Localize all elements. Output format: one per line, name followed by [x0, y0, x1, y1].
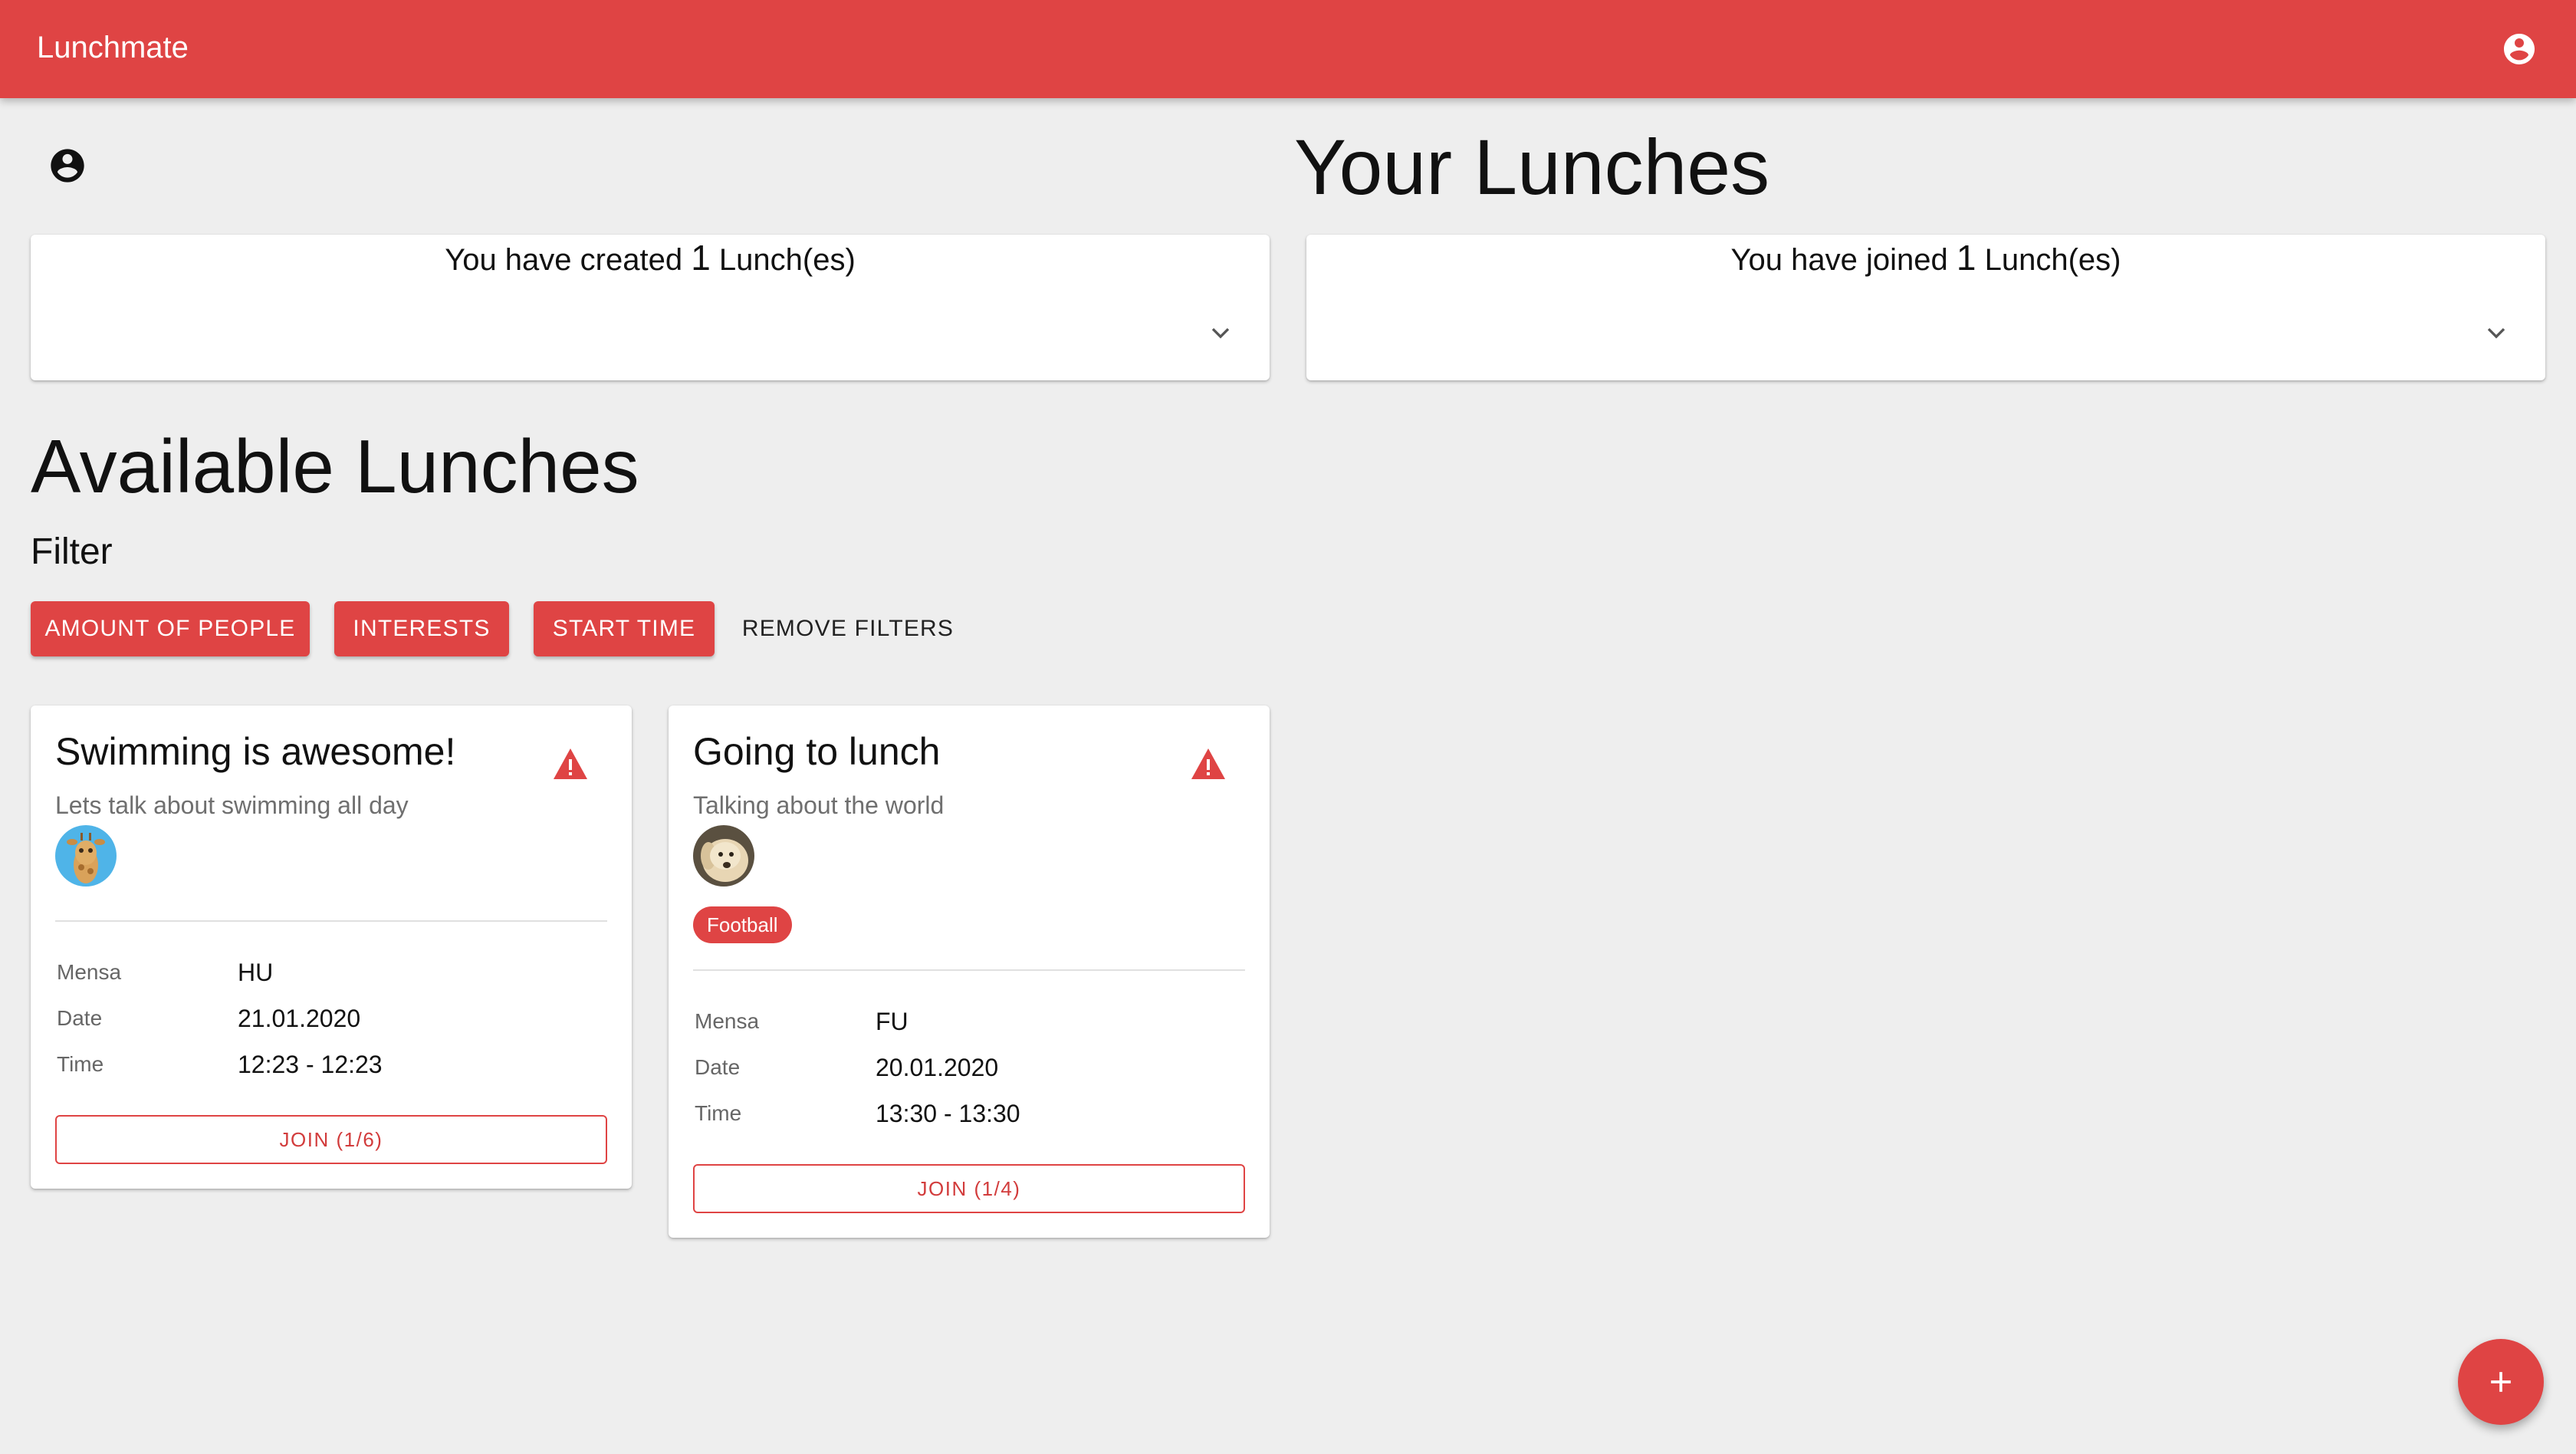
profile-icon[interactable]: [48, 146, 87, 186]
joined-summary-text: You have joined 1 Lunch(es): [1306, 235, 2545, 281]
plus-icon: [2491, 1372, 2511, 1392]
your-lunches-title: Your Lunches: [1294, 123, 1770, 211]
mensa-row: Mensa HU: [57, 957, 593, 988]
chevron-down-icon[interactable]: [1205, 317, 1236, 348]
mensa-label: Mensa: [57, 960, 122, 984]
time-row: Time 12:23 - 12:23: [57, 1049, 593, 1080]
account-circle-icon[interactable]: [2501, 31, 2538, 67]
join-button[interactable]: JOIN (1/6): [55, 1115, 607, 1164]
join-button[interactable]: JOIN (1/4): [693, 1164, 1245, 1213]
created-lunches-panel[interactable]: You have created 1 Lunch(es): [31, 235, 1270, 380]
created-suffix: Lunch(es): [718, 243, 856, 277]
report-warning-icon[interactable]: [1190, 747, 1227, 781]
filter-interests-button[interactable]: INTERESTS: [334, 601, 509, 656]
interest-tag: Football: [693, 906, 792, 943]
giraffe-avatar[interactable]: [55, 825, 117, 887]
date-value: 21.01.2020: [238, 1005, 361, 1032]
mensa-value: FU: [876, 1008, 909, 1035]
joined-count: 1: [1956, 238, 1976, 278]
time-label: Time: [57, 1052, 104, 1076]
mensa-value: HU: [238, 959, 274, 986]
lunch-subtitle: Lets talk about swimming all day: [55, 791, 409, 819]
chevron-down-icon[interactable]: [2481, 317, 2512, 348]
date-label: Date: [695, 1055, 741, 1079]
filter-amount-of-people-button[interactable]: AMOUNT OF PEOPLE: [31, 601, 310, 656]
time-value: 13:30 - 13:30: [876, 1100, 1020, 1127]
date-value: 20.01.2020: [876, 1054, 999, 1081]
created-prefix: You have created: [445, 243, 683, 277]
time-label: Time: [695, 1101, 742, 1125]
card-divider: [55, 920, 607, 922]
filter-start-time-button[interactable]: START TIME: [534, 601, 715, 656]
lunch-title: Going to lunch: [693, 730, 941, 773]
report-warning-icon[interactable]: [552, 747, 589, 781]
filter-label: Filter: [31, 531, 113, 572]
lunch-subtitle: Talking about the world: [693, 791, 945, 819]
date-label: Date: [57, 1006, 103, 1030]
app-bar: Lunchmate: [0, 0, 2576, 98]
created-summary-text: You have created 1 Lunch(es): [31, 235, 1270, 281]
date-row: Date 21.01.2020: [57, 1003, 593, 1034]
lunch-title: Swimming is awesome!: [55, 730, 456, 773]
created-count: 1: [691, 238, 711, 278]
mensa-label: Mensa: [695, 1009, 760, 1033]
available-lunches-title: Available Lunches: [31, 424, 639, 508]
date-row: Date 20.01.2020: [695, 1052, 1231, 1083]
joined-lunches-panel[interactable]: You have joined 1 Lunch(es): [1306, 235, 2545, 380]
add-lunch-button[interactable]: [2458, 1339, 2544, 1425]
mensa-row: Mensa FU: [695, 1006, 1231, 1037]
card-divider: [693, 969, 1245, 971]
lunch-card: Going to lunch Talking about the world F…: [669, 706, 1270, 1238]
time-row: Time 13:30 - 13:30: [695, 1098, 1231, 1129]
joined-prefix: You have joined: [1730, 243, 1948, 277]
app-title[interactable]: Lunchmate: [37, 28, 189, 67]
remove-filters-button[interactable]: REMOVE FILTERS: [736, 601, 960, 656]
lunch-card: Swimming is awesome! Lets talk about swi…: [31, 706, 632, 1189]
time-value: 12:23 - 12:23: [238, 1051, 383, 1078]
joined-suffix: Lunch(es): [1984, 243, 2121, 277]
dog-avatar[interactable]: [693, 825, 754, 887]
